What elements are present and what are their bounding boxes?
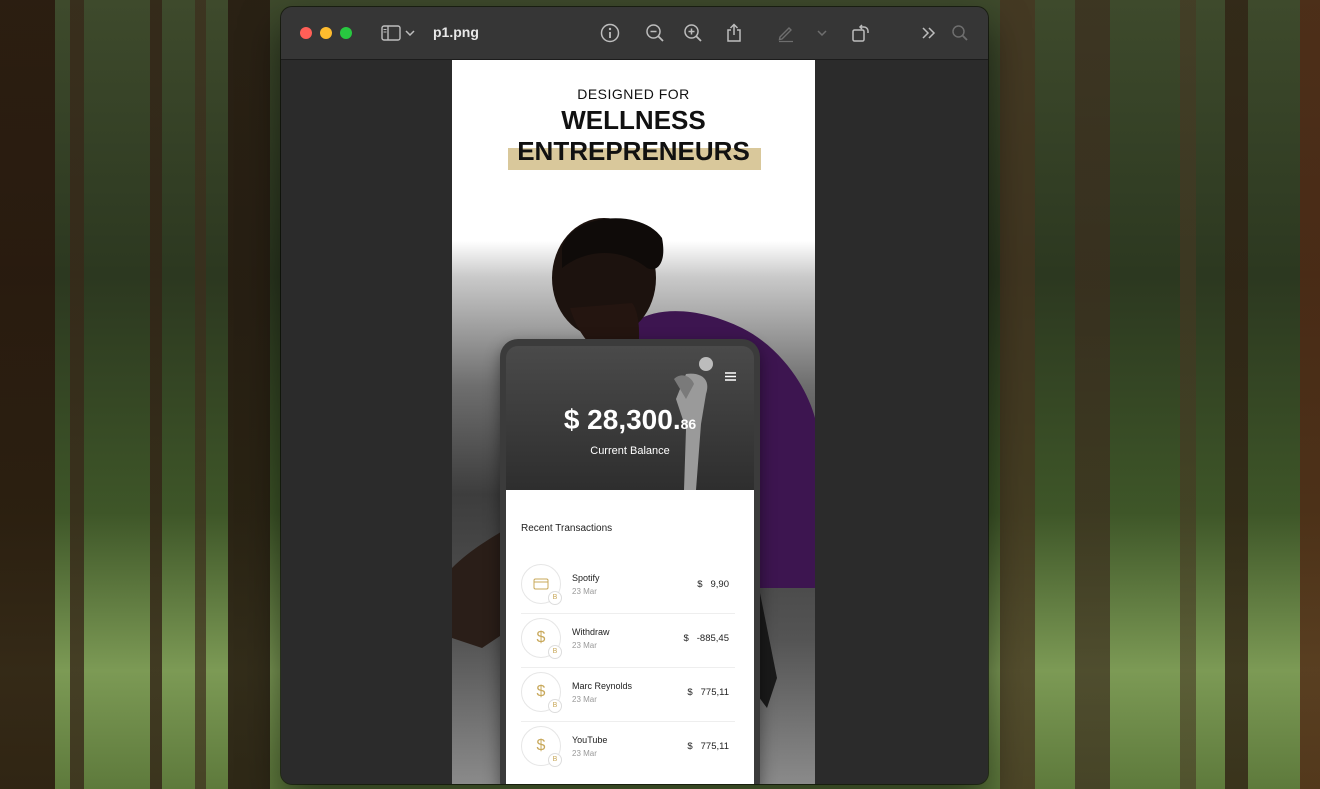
search-icon[interactable] xyxy=(949,23,971,43)
maximize-window-button[interactable] xyxy=(340,27,352,39)
transaction-amount: $ -885,45 xyxy=(683,633,729,644)
sidebar-icon[interactable] xyxy=(380,23,402,43)
balance-cents: 86 xyxy=(680,416,697,432)
transaction-date: 23 Mar xyxy=(572,641,597,650)
image-viewport[interactable]: DESIGNED FOR WELLNESS ENTREPRENEURS $ 28… xyxy=(281,60,988,784)
chevron-down-icon[interactable] xyxy=(403,23,417,43)
balance-amount: 28,300. xyxy=(587,404,681,435)
transaction-date: 23 Mar xyxy=(572,587,597,596)
transaction-name: Withdraw xyxy=(572,627,610,637)
balance-currency: $ xyxy=(563,404,580,435)
transactions-panel: Recent Transactions B Spotify 23 Mar $ 9… xyxy=(506,490,754,784)
balance-header: $ 28,300.86 Current Balance xyxy=(506,346,754,490)
headline-line-1: WELLNESS xyxy=(561,105,706,135)
recent-transactions-title: Recent Transactions xyxy=(521,523,613,534)
close-window-button[interactable] xyxy=(300,27,312,39)
badge: B xyxy=(548,753,562,767)
markup-pen-icon[interactable] xyxy=(775,23,797,43)
zoom-out-icon[interactable] xyxy=(644,23,666,43)
more-icon[interactable] xyxy=(918,23,940,43)
headline: DESIGNED FOR WELLNESS ENTREPRENEURS xyxy=(452,86,815,170)
transaction-name: YouTube xyxy=(572,735,608,745)
title-bar: p1.png xyxy=(281,7,988,60)
transaction-name: Spotify xyxy=(572,573,600,583)
chevron-down-icon[interactable] xyxy=(815,23,829,43)
phone-mockup: $ 28,300.86 Current Balance Recent Trans… xyxy=(500,339,760,784)
badge: B xyxy=(548,645,562,659)
window-title: p1.png xyxy=(433,24,479,40)
minimize-window-button[interactable] xyxy=(320,27,332,39)
info-icon[interactable] xyxy=(599,23,621,43)
transaction-row[interactable]: $ B YouTube 23 Mar $ 775,11 xyxy=(521,721,735,775)
share-icon[interactable] xyxy=(723,23,745,43)
zoom-in-icon[interactable] xyxy=(682,23,704,43)
hamburger-menu-icon[interactable] xyxy=(725,368,736,386)
transaction-name: Marc Reynolds xyxy=(572,681,633,691)
preview-window: p1.png DESIGNED FOR WELLNESS ENTREPRENEU… xyxy=(281,7,988,784)
transaction-date: 23 Mar xyxy=(572,749,597,758)
badge: B xyxy=(548,699,562,713)
current-balance: $ 28,300.86 xyxy=(506,404,754,436)
headline-line-2: ENTREPRENEURS xyxy=(508,136,761,170)
transaction-row[interactable]: $ B Withdraw 23 Mar $ -885,45 xyxy=(521,613,735,668)
opened-image: DESIGNED FOR WELLNESS ENTREPRENEURS $ 28… xyxy=(452,60,815,784)
transaction-amount: $ 775,11 xyxy=(687,687,729,698)
balance-label: Current Balance xyxy=(590,445,670,457)
transaction-date: 23 Mar xyxy=(572,695,597,704)
rotate-icon[interactable] xyxy=(850,23,872,43)
transaction-row[interactable]: $ B Marc Reynolds 23 Mar $ 775,11 xyxy=(521,667,735,722)
transaction-amount: $ 775,11 xyxy=(687,741,729,752)
transaction-row[interactable]: B Spotify 23 Mar $ 9,90 xyxy=(521,559,735,614)
transaction-amount: $ 9,90 xyxy=(697,579,729,590)
badge: B xyxy=(548,591,562,605)
headline-small: DESIGNED FOR xyxy=(577,86,690,102)
